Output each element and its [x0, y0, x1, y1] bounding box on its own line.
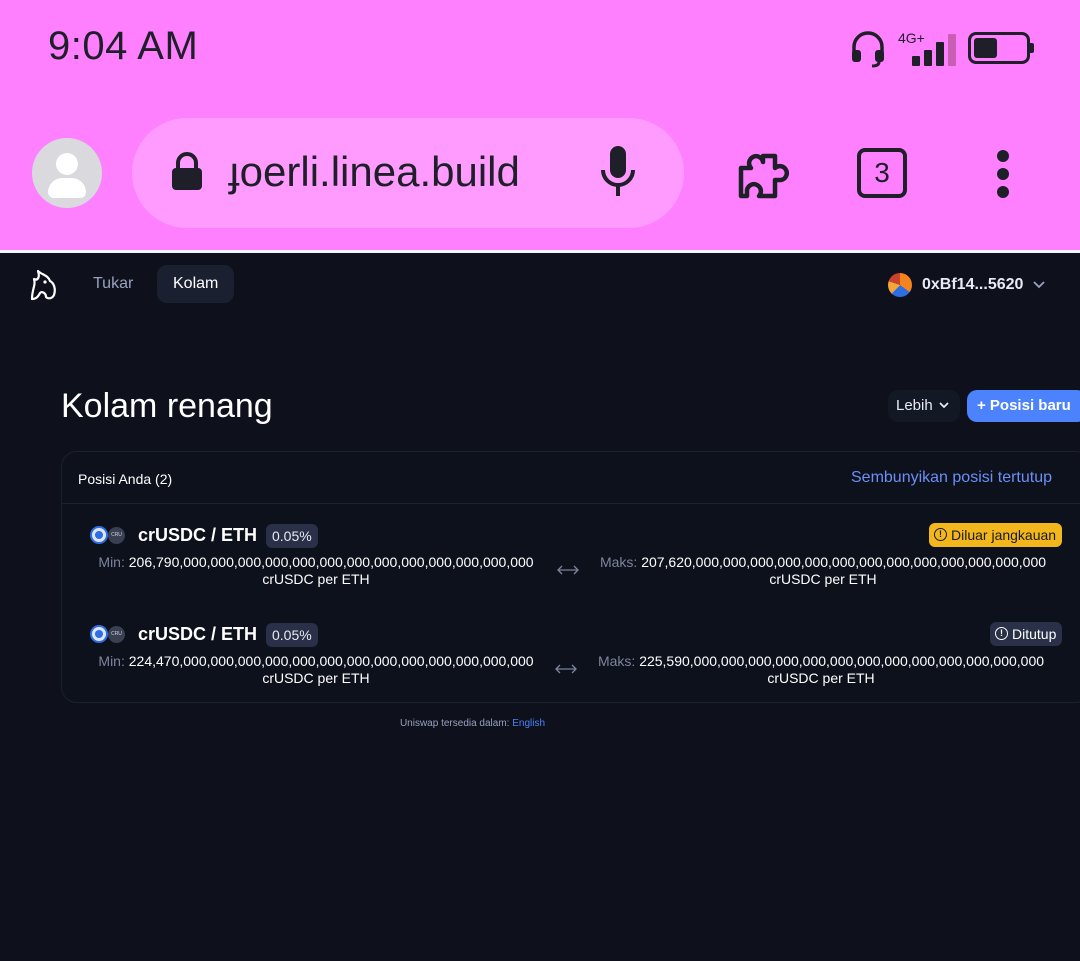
crusdc-icon [90, 526, 108, 544]
app-body: Tukar Kolam 0xBf14...5620 Kolam renang L… [0, 253, 1080, 961]
hide-closed-toggle[interactable]: Sembunyikan posisi tertutup [851, 469, 1052, 487]
tabs-icon[interactable]: 3 [857, 148, 907, 198]
tab-swap[interactable]: Tukar [77, 265, 149, 303]
positions-card: Posisi Anda (2) Sembunyikan posisi tertu… [61, 451, 1080, 703]
position-row[interactable]: CRU crUSDC / ETH 0.05% ! Ditutup Min: 224… [62, 607, 1080, 699]
language-note-text: Uniswap tersedia dalam: [399, 718, 510, 729]
max-unit: crUSDC per ETH [767, 670, 875, 686]
tab-pool[interactable]: Kolam [157, 265, 235, 303]
fee-badge: 0.05% [266, 524, 318, 548]
extensions-icon[interactable] [733, 144, 793, 204]
alert-circle-icon: ! [934, 528, 947, 541]
language-link[interactable]: English [512, 718, 545, 729]
address-bar[interactable]: ɟoerli.linea.build [132, 118, 684, 228]
status-icons: 4G+ [848, 28, 1034, 68]
positions-count: Posisi Anda (2) [78, 471, 173, 487]
page-title: Kolam renang [61, 387, 273, 425]
profile-avatar[interactable] [32, 138, 102, 208]
min-price: Min: 206,790,000,000,000,000,000,000,000… [82, 554, 550, 588]
range-arrows-icon [555, 664, 577, 674]
wallet-address: 0xBf14...5620 [922, 276, 1024, 293]
max-value: 225,590,000,000,000,000,000,000,000,000,… [639, 653, 1045, 669]
lock-icon[interactable] [170, 152, 204, 192]
status-badge: ! Ditutup [990, 622, 1063, 646]
min-label: Min: [98, 653, 125, 669]
battery-icon [968, 32, 1034, 64]
max-unit: crUSDC per ETH [769, 571, 877, 587]
more-label: Lebih [896, 397, 933, 414]
token-pair-icons: CRU [90, 526, 128, 546]
browser-chrome: 9:04 AM 4G+ ɟoerli.linea.build 3 [0, 0, 1080, 250]
min-unit: crUSDC per ETH [262, 571, 370, 587]
token-b-icon: CRU [108, 626, 125, 643]
min-value: 206,790,000,000,000,000,000,000,000,000,… [128, 554, 534, 570]
signal-icon: 4G+ [898, 30, 958, 66]
pair-name: crUSDC / ETH [138, 624, 258, 644]
wallet-avatar-icon [888, 273, 912, 297]
token-pair-icons: CRU [90, 625, 128, 645]
menu-icon[interactable] [994, 150, 1012, 198]
language-note: Uniswap tersedia dalam: English [0, 718, 945, 729]
wallet-button[interactable]: 0xBf14...5620 [878, 267, 1055, 303]
new-position-button[interactable]: + Posisi baru [967, 390, 1080, 422]
max-price: Maks: 207,620,000,000,000,000,000,000,00… [584, 554, 1062, 588]
chevron-down-icon [1033, 281, 1046, 289]
range-arrows-icon [557, 565, 579, 575]
more-button[interactable]: Lebih [888, 390, 960, 422]
max-price: Maks: 225,590,000,000,000,000,000,000,00… [582, 653, 1060, 687]
status-text: Ditutup [1012, 626, 1057, 642]
status-time: 9:04 AM [48, 24, 199, 68]
token-b-icon: CRU [108, 527, 125, 544]
min-value: 224,470,000,000,000,000,000,000,000,000,… [128, 653, 534, 669]
position-row[interactable]: CRU crUSDC / ETH 0.05% ! Diluar jangkauan… [62, 508, 1080, 600]
min-price: Min: 224,470,000,000,000,000,000,000,000… [82, 653, 550, 687]
crusdc-icon [90, 625, 108, 643]
max-value: 207,620,000,000,000,000,000,000,000,000,… [641, 554, 1047, 570]
headset-icon [852, 31, 884, 68]
status-text: Diluar jangkauan [951, 527, 1057, 543]
mic-icon[interactable] [598, 144, 638, 202]
url-text[interactable]: ɟoerli.linea.build [228, 146, 588, 198]
pair-name: crUSDC / ETH [138, 525, 258, 545]
positions-card-header: Posisi Anda (2) Sembunyikan posisi tertu… [62, 452, 1080, 504]
alert-circle-icon: ! [995, 627, 1008, 640]
min-label: Min: [98, 554, 125, 570]
min-unit: crUSDC per ETH [262, 670, 370, 686]
status-badge: ! Diluar jangkauan [929, 523, 1063, 547]
max-label: Maks: [599, 554, 638, 570]
network-type: 4G+ [898, 30, 925, 46]
fee-badge: 0.05% [266, 623, 318, 647]
chevron-down-icon [939, 402, 949, 409]
uniswap-logo-icon[interactable] [28, 269, 58, 301]
max-label: Maks: [597, 653, 636, 669]
